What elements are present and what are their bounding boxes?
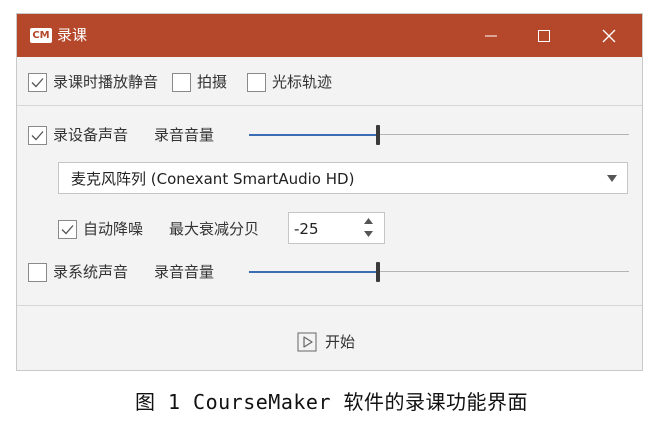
checkmark-icon [61, 224, 74, 234]
max-attenuation-label: 最大衰减分贝 [169, 220, 260, 238]
checkmark-icon [31, 130, 44, 140]
minimize-icon [485, 35, 497, 36]
spin-down-icon[interactable] [364, 231, 373, 237]
slider-track [380, 271, 629, 272]
slider-thumb[interactable] [376, 125, 380, 145]
cursor-trail-checkbox[interactable] [247, 72, 267, 92]
close-icon [602, 29, 616, 42]
capture-label: 拍摄 [197, 73, 228, 91]
device-volume-slider[interactable] [249, 125, 629, 145]
slider-track [380, 134, 629, 135]
footer: 开始 [17, 305, 642, 370]
device-volume-label: 录音音量 [154, 126, 215, 144]
title-bar: CM 录课 [17, 14, 642, 57]
attenuation-value: -25 [294, 220, 319, 238]
device-audio-row: 录设备声音 录音音量 [28, 125, 214, 145]
noise-reduction-row: 自动降噪 最大衰减分贝 [58, 219, 259, 239]
minimize-button[interactable] [469, 14, 513, 57]
maximize-icon [538, 29, 550, 42]
window-title: 录课 [57, 26, 88, 44]
checkmark-icon [31, 77, 44, 87]
spin-up-icon[interactable] [364, 218, 373, 224]
attenuation-spinbox[interactable]: -25 [288, 212, 385, 244]
play-icon [297, 332, 317, 352]
device-select[interactable]: 麦克风阵列 (Conexant SmartAudio HD) [58, 162, 628, 194]
capture-checkbox[interactable] [172, 72, 192, 92]
system-audio-row: 录系统声音 录音音量 [28, 262, 214, 282]
slider-thumb[interactable] [376, 262, 380, 282]
start-label: 开始 [325, 333, 356, 351]
slider-fill [249, 134, 378, 136]
system-volume-slider[interactable] [249, 262, 629, 282]
noise-reduction-label: 自动降噪 [83, 220, 144, 238]
noise-reduction-checkbox[interactable] [58, 219, 77, 239]
figure-caption: 图 1 CourseMaker 软件的录课功能界面 [134, 390, 529, 414]
options-row: 录课时播放静音 拍摄 光标轨迹 [28, 72, 332, 92]
device-audio-checkbox[interactable] [28, 125, 47, 145]
mute-playback-label: 录课时播放静音 [53, 73, 159, 91]
coursemaker-logo: CM [30, 28, 52, 43]
system-volume-label: 录音音量 [154, 263, 215, 281]
start-button[interactable]: 开始 [297, 332, 355, 352]
recording-window: CM 录课 录课时播放静音 拍摄 光标轨迹 录设备声音 录音音量 麦克风阵列 (… [16, 13, 643, 371]
device-audio-label: 录设备声音 [53, 126, 129, 144]
close-button[interactable] [587, 14, 631, 57]
divider [17, 105, 642, 106]
chevron-down-icon [607, 175, 617, 182]
device-select-value: 麦克风阵列 (Conexant SmartAudio HD) [71, 170, 355, 188]
mute-playback-checkbox[interactable] [28, 72, 47, 92]
system-audio-checkbox[interactable] [28, 262, 47, 282]
cursor-trail-label: 光标轨迹 [272, 73, 333, 91]
maximize-button[interactable] [522, 14, 566, 57]
slider-fill [249, 271, 378, 273]
system-audio-label: 录系统声音 [53, 263, 129, 281]
